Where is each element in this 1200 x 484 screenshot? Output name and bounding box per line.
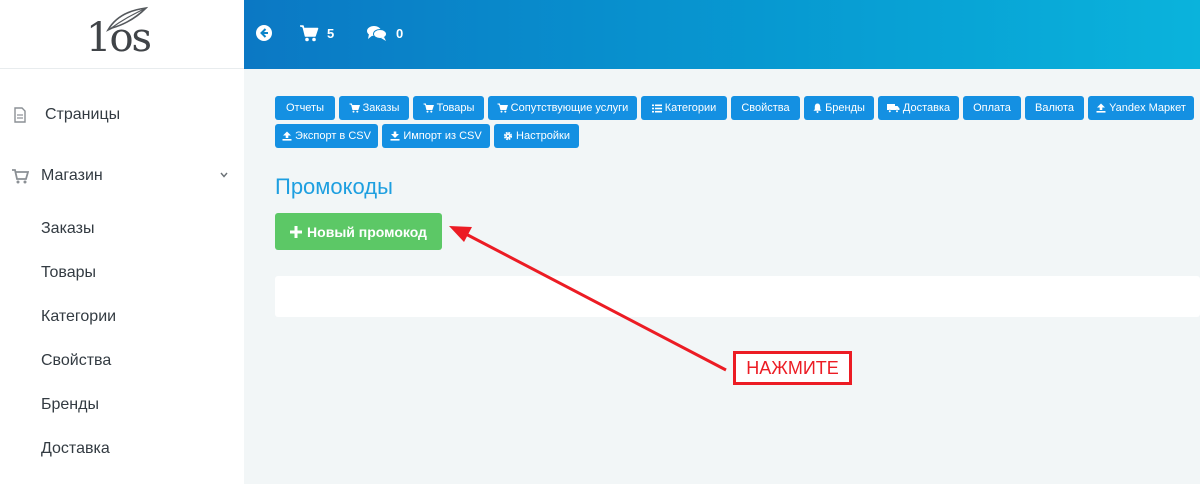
annotation-text: НАЖМИТЕ xyxy=(746,357,839,378)
annotation-label: НАЖМИТЕ xyxy=(733,351,852,385)
annotation-arrow-icon xyxy=(449,226,727,372)
